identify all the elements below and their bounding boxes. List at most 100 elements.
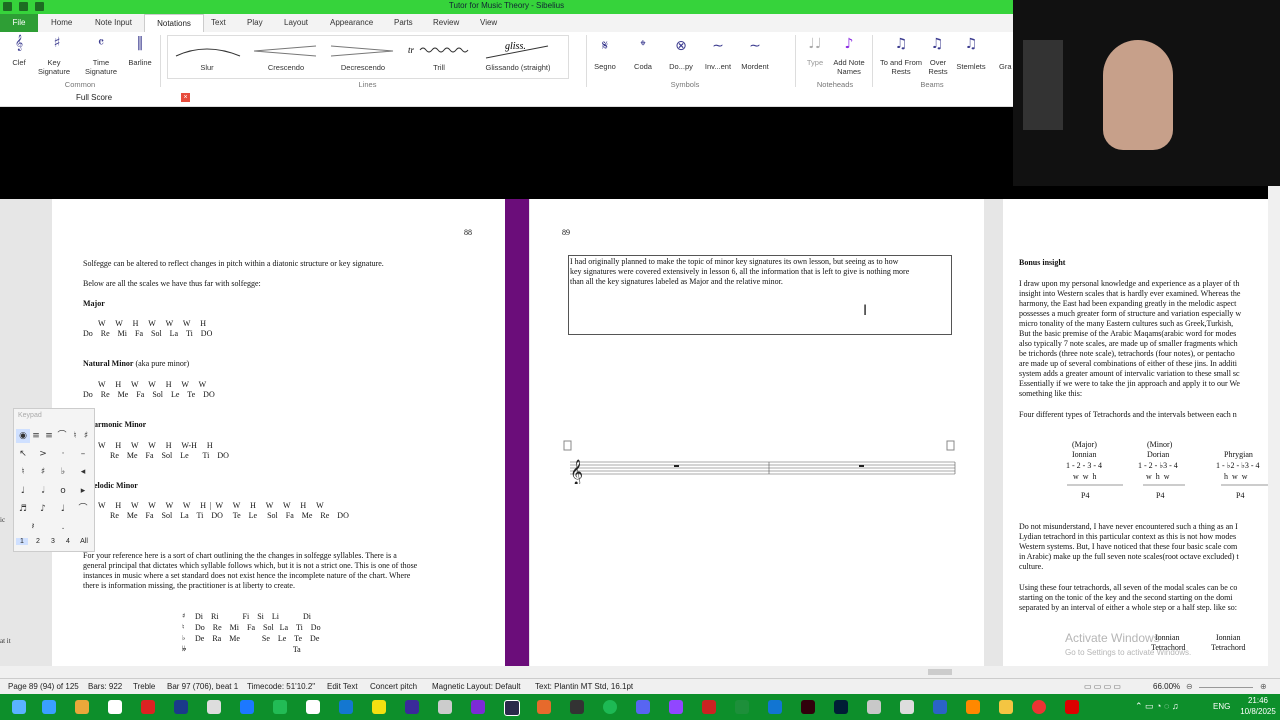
to-and-from-rests-button[interactable]: To and From Rests [878, 58, 924, 76]
acrobat-icon[interactable] [1065, 700, 1079, 714]
pointer-icon[interactable]: ↖ [16, 447, 30, 461]
status-magnetic-layout[interactable]: Magnetic Layout: Default [432, 682, 521, 691]
zoom-in-icon[interactable]: ⊕ [1260, 682, 1267, 691]
text-box[interactable]: I had originally planned to make the top… [568, 255, 952, 335]
glissando-button[interactable]: Glissando (straight) [478, 63, 558, 72]
clock-date[interactable]: 10/8/2025 [1236, 707, 1280, 716]
app-icon[interactable] [240, 700, 254, 714]
tab-layout[interactable]: Layout [284, 18, 308, 27]
tenuto-icon[interactable]: – [76, 447, 90, 461]
clef-button[interactable]: Clef [4, 58, 34, 67]
notehead-type-button[interactable]: Type [800, 58, 830, 67]
key-signature-button[interactable]: Key Signature [34, 58, 74, 76]
full-score-tab[interactable]: Full Score [76, 93, 112, 102]
inverted-mordent-button[interactable]: Inv...ent [700, 62, 736, 71]
tab-home[interactable]: Home [51, 18, 72, 27]
sharp-icon[interactable]: ♯ [36, 465, 50, 479]
quarter-note-icon[interactable]: ♩ [16, 484, 30, 498]
tray-icons[interactable]: ⌃ ▭ ◔ ◌ ♫ [1135, 701, 1179, 712]
tab-note-input[interactable]: Note Input [95, 18, 132, 27]
tab-play[interactable]: Play [247, 18, 263, 27]
vertical-scrollbar[interactable] [1268, 186, 1280, 666]
app-icon[interactable] [702, 700, 716, 714]
double-coda-button[interactable]: Do...py [664, 62, 698, 71]
quarter-note-icon[interactable]: ♩ [56, 502, 70, 516]
keypad-layout-icon[interactable]: ≡ [42, 429, 56, 443]
keypad-layout-icon[interactable]: ⌒ [55, 429, 69, 443]
app-icon[interactable] [306, 700, 320, 714]
zoom-out-icon[interactable]: ⊖ [1186, 682, 1193, 691]
app-icon[interactable] [537, 700, 551, 714]
app-icon[interactable] [768, 700, 782, 714]
app-icon[interactable] [372, 700, 386, 714]
keypad-tab-2[interactable]: 2 [32, 538, 44, 545]
app-icon[interactable] [75, 700, 89, 714]
coda-button[interactable]: Coda [628, 62, 658, 71]
keypad-panel[interactable]: Keypad ◉ ≡ ≡ ⌒ ♮ ♯ ↖ > · – ♮ ♯ ♭ ◂ ♩ 𝅗𝅥 … [13, 408, 95, 552]
add-note-names-button[interactable]: Add Note Names [828, 58, 870, 76]
flat-icon[interactable]: ♭ [56, 465, 70, 479]
view-mode-icons[interactable]: ▭ ▭ ▭ ▭ [1084, 682, 1121, 691]
sibelius-icon[interactable] [504, 700, 520, 716]
play-icon[interactable]: ▸ [76, 484, 90, 498]
app-icon[interactable] [669, 700, 683, 714]
start-icon[interactable] [12, 700, 26, 714]
natural-icon[interactable]: ♮ [16, 465, 30, 479]
over-rests-button[interactable]: Over Rests [924, 58, 952, 76]
windows-icon[interactable] [42, 700, 56, 714]
rewind-icon[interactable]: ◂ [76, 465, 90, 479]
status-concert-pitch[interactable]: Concert pitch [370, 682, 417, 691]
illustrator-icon[interactable] [801, 700, 815, 714]
decrescendo-button[interactable]: Decrescendo [334, 63, 392, 72]
trill-button[interactable]: Trill [418, 63, 460, 72]
whole-note-icon[interactable]: o [56, 484, 70, 498]
folder-icon[interactable] [999, 700, 1013, 714]
app-icon[interactable] [900, 700, 914, 714]
tab-file[interactable]: File [0, 14, 38, 32]
keypad-tab-all[interactable]: All [77, 538, 91, 545]
photoshop-icon[interactable] [834, 700, 848, 714]
discord-icon[interactable] [636, 700, 650, 714]
spotify-icon[interactable] [603, 700, 617, 714]
tab-notations[interactable]: Notations [144, 14, 204, 33]
chrome-icon[interactable] [1032, 700, 1046, 714]
language-indicator[interactable]: ENG [1213, 702, 1230, 711]
app-icon[interactable] [405, 700, 419, 714]
tab-view[interactable]: View [480, 18, 497, 27]
steam-icon[interactable] [273, 700, 287, 714]
keypad-main-icon[interactable]: ◉ [16, 429, 30, 443]
keypad-tab-3[interactable]: 3 [47, 538, 59, 545]
rest-icon[interactable]: 𝄽 [16, 520, 50, 534]
accent-icon[interactable]: > [36, 447, 50, 461]
keypad-tab-1[interactable]: 1 [16, 538, 28, 545]
tie-icon[interactable]: ⌒ [76, 502, 90, 516]
tab-appearance[interactable]: Appearance [330, 18, 373, 27]
horizontal-scrollbar[interactable] [0, 666, 1280, 678]
tab-parts[interactable]: Parts [394, 18, 413, 27]
whole-rest[interactable] [674, 465, 679, 467]
crescendo-button[interactable]: Crescendo [258, 63, 314, 72]
grace-notes-button-cut[interactable]: Gra [999, 62, 1013, 71]
zoom-slider[interactable] [1199, 687, 1253, 688]
staff-system[interactable]: 𝄞 [560, 439, 960, 484]
app-icon[interactable] [141, 700, 155, 714]
app-icon[interactable] [471, 700, 485, 714]
mail-icon[interactable] [339, 700, 353, 714]
vlc-icon[interactable] [966, 700, 980, 714]
stemlets-button[interactable]: Stemlets [953, 62, 989, 71]
sixteenth-note-icon[interactable]: ♬ [16, 502, 30, 516]
close-tab-icon[interactable]: × [181, 93, 190, 102]
app-icon[interactable] [867, 700, 881, 714]
keypad-layout-icon[interactable]: ≡ [29, 429, 43, 443]
keypad-layout-icon[interactable]: ♯ [79, 429, 93, 443]
time-signature-button[interactable]: Time Signature [80, 58, 122, 76]
clock-time[interactable]: 21:46 [1238, 696, 1278, 705]
tab-text[interactable]: Text [211, 18, 226, 27]
file-icon[interactable] [108, 700, 122, 714]
dot-icon[interactable]: . [56, 520, 70, 534]
segno-button[interactable]: Segno [590, 62, 620, 71]
app-icon[interactable] [735, 700, 749, 714]
scrollbar-thumb[interactable] [928, 669, 952, 675]
camera-icon[interactable] [207, 700, 221, 714]
slur-button[interactable]: Slur [182, 63, 232, 72]
